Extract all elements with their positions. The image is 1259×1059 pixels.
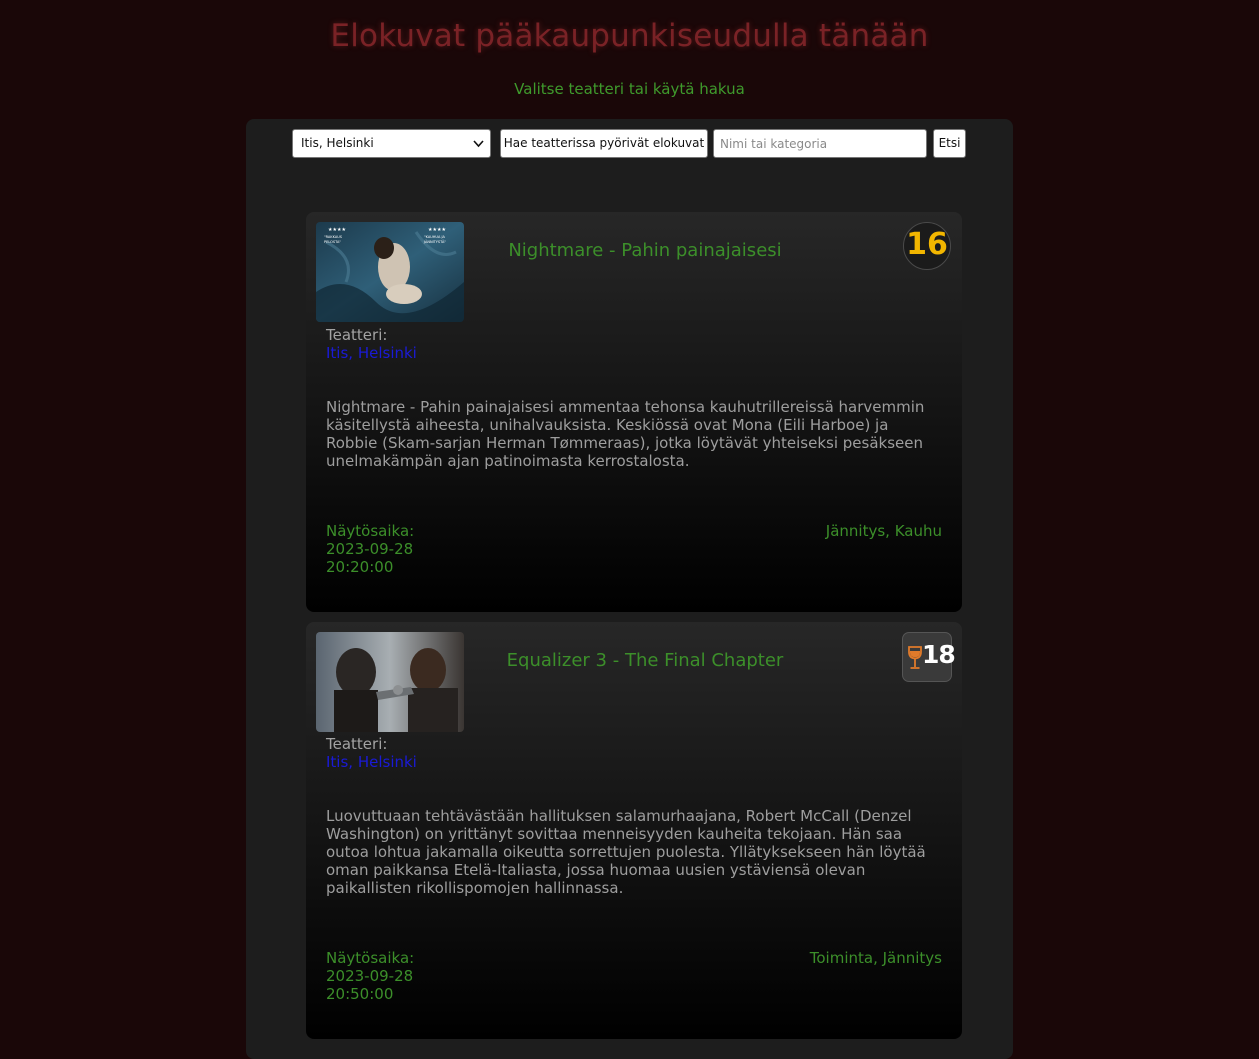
theatre-link[interactable]: Itis, Helsinki (326, 753, 417, 771)
svg-text:PELOSTA": PELOSTA" (324, 240, 341, 244)
movie-title: Equalizer 3 - The Final Chapter (506, 650, 784, 671)
movie-description: Nightmare - Pahin painajaisesi ammentaa … (326, 398, 925, 470)
movie-genres: Toiminta, Jännitys (809, 949, 942, 967)
showtime-time: 20:50:00 (326, 985, 394, 1003)
movie-description: Luovuttuaan tehtävästään hallituksen sal… (326, 807, 926, 897)
showtime-date: 2023-09-28 (326, 967, 414, 985)
age-rating-16-badge: 16 (903, 222, 951, 270)
svg-text:JÄNNITYSTÄ": JÄNNITYSTÄ" (423, 239, 446, 244)
movie-poster (316, 632, 464, 732)
showtime-time: 20:20:00 (326, 558, 394, 576)
showtime-label: Näytösaika: (326, 949, 415, 967)
theatre-label: Teatteri: (326, 326, 388, 344)
svg-text:★★★★: ★★★★ (428, 227, 446, 233)
page-subtitle: Valitse teatteri tai käytä hakua (514, 80, 745, 98)
search-input[interactable] (713, 129, 927, 158)
fetch-theatre-movies-button[interactable]: Hae teatterissa pyörivät elokuvat (500, 129, 708, 158)
theatre-label: Teatteri: (326, 735, 388, 753)
theatre-select[interactable]: Itis, Helsinki (292, 129, 491, 158)
svg-text:"RAKKAUS: "RAKKAUS (324, 235, 343, 239)
movie-title: Nightmare - Pahin painajaisesi (508, 240, 782, 261)
movie-genres: Jännitys, Kauhu (825, 522, 942, 540)
svg-text:★★★★: ★★★★ (328, 227, 346, 233)
showtime-date: 2023-09-28 (326, 540, 414, 558)
movie-card: ★★★★ "RAKKAUS PELOSTA" ★★★★ "KAUHUA JA J… (306, 212, 962, 612)
movie-poster: ★★★★ "RAKKAUS PELOSTA" ★★★★ "KAUHUA JA J… (316, 222, 464, 322)
movie-card: Equalizer 3 - The Final Chapter 18 Teatt… (306, 622, 962, 1039)
svg-text:"KAUHUA JA: "KAUHUA JA (424, 235, 445, 239)
theatre-link[interactable]: Itis, Helsinki (326, 344, 417, 362)
chevron-down-icon (473, 130, 484, 168)
showtime-label: Näytösaika: (326, 522, 415, 540)
wine-glass-icon (908, 646, 922, 674)
search-button[interactable]: Etsi (933, 129, 966, 158)
page-title: Elokuvat pääkaupunkiseudulla tänään (330, 18, 929, 54)
theatre-select-value: Itis, Helsinki (301, 136, 374, 150)
rating-number: 18 (922, 640, 956, 669)
age-rating-18-badge: 18 (902, 632, 956, 682)
